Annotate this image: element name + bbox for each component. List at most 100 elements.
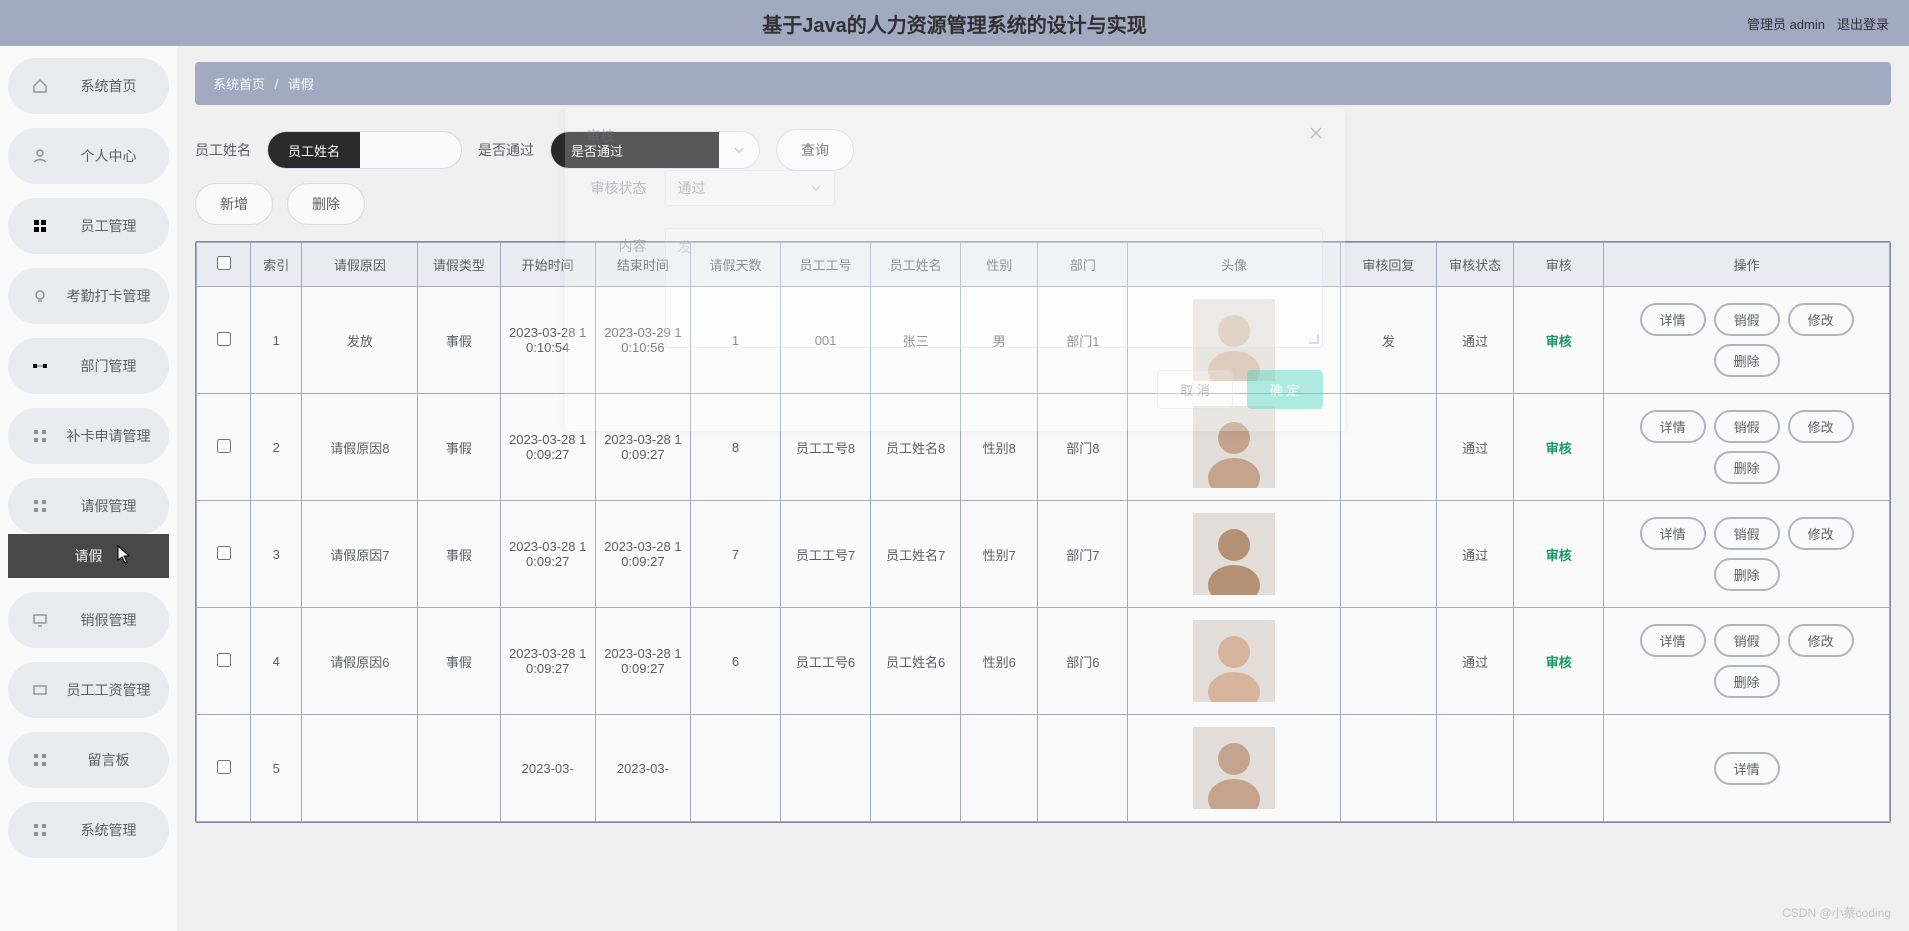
cell-reply <box>1340 608 1436 715</box>
cancel-leave-button[interactable]: 销假 <box>1714 624 1780 657</box>
bulb-icon <box>20 288 60 304</box>
detail-button[interactable]: 详情 <box>1640 624 1706 657</box>
row-checkbox[interactable] <box>217 546 231 560</box>
row-delete-button[interactable]: 删除 <box>1714 344 1780 377</box>
cell-avatar <box>1128 715 1340 822</box>
sidebar-item-7[interactable]: 销假管理 <box>8 592 169 648</box>
cell-ops: 详情销假修改删除 <box>1604 287 1890 394</box>
cell-audit: 审核 <box>1514 608 1604 715</box>
sidebar-item-8[interactable]: 员工工资管理 <box>8 662 169 718</box>
sidebar-item-0[interactable]: 系统首页 <box>8 58 169 114</box>
close-icon[interactable] <box>1309 126 1323 146</box>
row-delete-button[interactable]: 删除 <box>1714 558 1780 591</box>
cell-sex: 性别7 <box>961 501 1038 608</box>
resize-handle-icon[interactable] <box>1309 334 1319 344</box>
cell-audit: 审核 <box>1514 501 1604 608</box>
audit-link[interactable]: 审核 <box>1546 441 1572 456</box>
sidebar-item-2[interactable]: 员工管理 <box>8 198 169 254</box>
sidebar-item-6[interactable]: 请假管理 <box>8 478 169 534</box>
apps-icon <box>20 752 60 768</box>
sidebar-item-1[interactable]: 个人中心 <box>8 128 169 184</box>
admin-label[interactable]: 管理员 admin <box>1747 14 1825 33</box>
sidebar-item-label: 个人中心 <box>60 146 157 166</box>
edit-button[interactable]: 修改 <box>1788 410 1854 443</box>
cell-type: 事假 <box>418 287 500 394</box>
cancel-leave-button[interactable]: 销假 <box>1714 303 1780 336</box>
cell-reply <box>1340 394 1436 501</box>
cancel-leave-button[interactable]: 销假 <box>1714 410 1780 443</box>
cell-idx: 4 <box>251 608 302 715</box>
detail-button[interactable]: 详情 <box>1640 410 1706 443</box>
logout-link[interactable]: 退出登录 <box>1837 14 1889 33</box>
cell-sex <box>961 715 1038 822</box>
edit-button[interactable]: 修改 <box>1788 517 1854 550</box>
org-icon <box>20 358 60 374</box>
delete-button[interactable]: 删除 <box>287 183 365 225</box>
sidebar-item-10[interactable]: 系统管理 <box>8 802 169 858</box>
breadcrumb-root[interactable]: 系统首页 <box>213 77 265 92</box>
detail-button[interactable]: 详情 <box>1714 752 1780 785</box>
modal-status-select[interactable]: 通过 <box>665 170 835 206</box>
sidebar-item-label: 员工管理 <box>60 216 157 236</box>
select-all-checkbox[interactable] <box>217 256 231 270</box>
sidebar-subitem-leave[interactable]: 请假 <box>8 534 169 578</box>
cell-status <box>1437 715 1514 822</box>
add-button[interactable]: 新增 <box>195 183 273 225</box>
sidebar-item-label: 请假管理 <box>60 496 157 516</box>
detail-button[interactable]: 详情 <box>1640 303 1706 336</box>
sidebar-item-label: 系统管理 <box>60 820 157 840</box>
cell-days <box>690 715 780 822</box>
cell-audit: 审核 <box>1514 394 1604 501</box>
sidebar-item-label: 部门管理 <box>60 356 157 376</box>
cancel-leave-button[interactable]: 销假 <box>1714 517 1780 550</box>
sidebar-item-label: 考勤打卡管理 <box>60 286 157 306</box>
sidebar-item-5[interactable]: 补卡申请管理 <box>8 408 169 464</box>
filter-empname-input[interactable]: 员工姓名 <box>267 131 462 169</box>
row-checkbox[interactable] <box>217 332 231 346</box>
modal-status-value: 通过 <box>678 178 706 198</box>
table-header-15: 操作 <box>1604 243 1890 287</box>
edit-button[interactable]: 修改 <box>1788 303 1854 336</box>
table-header-13: 审核状态 <box>1437 243 1514 287</box>
filter-pass-label: 是否通过 <box>478 140 534 160</box>
detail-button[interactable]: 详情 <box>1640 517 1706 550</box>
cell-reason: 请假原因6 <box>302 608 418 715</box>
sidebar-item-9[interactable]: 留言板 <box>8 732 169 788</box>
user-icon <box>20 148 60 164</box>
cell-type: 事假 <box>418 394 500 501</box>
modal-confirm-button[interactable]: 确 定 <box>1247 370 1323 409</box>
row-delete-button[interactable]: 删除 <box>1714 451 1780 484</box>
sidebar-item-3[interactable]: 考勤打卡管理 <box>8 268 169 324</box>
cell-start: 2023-03-28 10:09:27 <box>500 608 595 715</box>
edit-button[interactable]: 修改 <box>1788 624 1854 657</box>
home-icon <box>20 78 60 94</box>
row-checkbox[interactable] <box>217 653 231 667</box>
row-delete-button[interactable]: 删除 <box>1714 665 1780 698</box>
modal-content-textarea[interactable]: 发 <box>665 228 1323 348</box>
cell-ops: 详情 <box>1604 715 1890 822</box>
audit-link[interactable]: 审核 <box>1546 548 1572 563</box>
grid-icon <box>20 218 60 234</box>
audit-modal: 审核 审核状态 通过 内容 发 取 消 确 定 <box>565 108 1345 431</box>
apps-icon <box>20 428 60 444</box>
cell-reason: 请假原因8 <box>302 394 418 501</box>
cell-status: 通过 <box>1437 501 1514 608</box>
cell-status: 通过 <box>1437 287 1514 394</box>
input-value <box>360 132 461 168</box>
sidebar-item-4[interactable]: 部门管理 <box>8 338 169 394</box>
row-checkbox[interactable] <box>217 760 231 774</box>
modal-cancel-button[interactable]: 取 消 <box>1157 370 1233 409</box>
table-row: 4请假原因6事假2023-03-28 10:09:272023-03-28 10… <box>197 608 1890 715</box>
row-checkbox[interactable] <box>217 439 231 453</box>
cell-dept: 部门7 <box>1038 501 1128 608</box>
cell-audit <box>1514 715 1604 822</box>
cell-ops: 详情销假修改删除 <box>1604 501 1890 608</box>
cell-empno: 员工工号7 <box>781 501 871 608</box>
cell-reply <box>1340 715 1436 822</box>
cell-avatar <box>1128 608 1340 715</box>
audit-link[interactable]: 审核 <box>1546 334 1572 349</box>
sidebar-item-label: 补卡申请管理 <box>60 426 157 446</box>
table-row: 52023-03-2023-03-详情 <box>197 715 1890 822</box>
audit-link[interactable]: 审核 <box>1546 655 1572 670</box>
apps-icon <box>20 498 60 514</box>
